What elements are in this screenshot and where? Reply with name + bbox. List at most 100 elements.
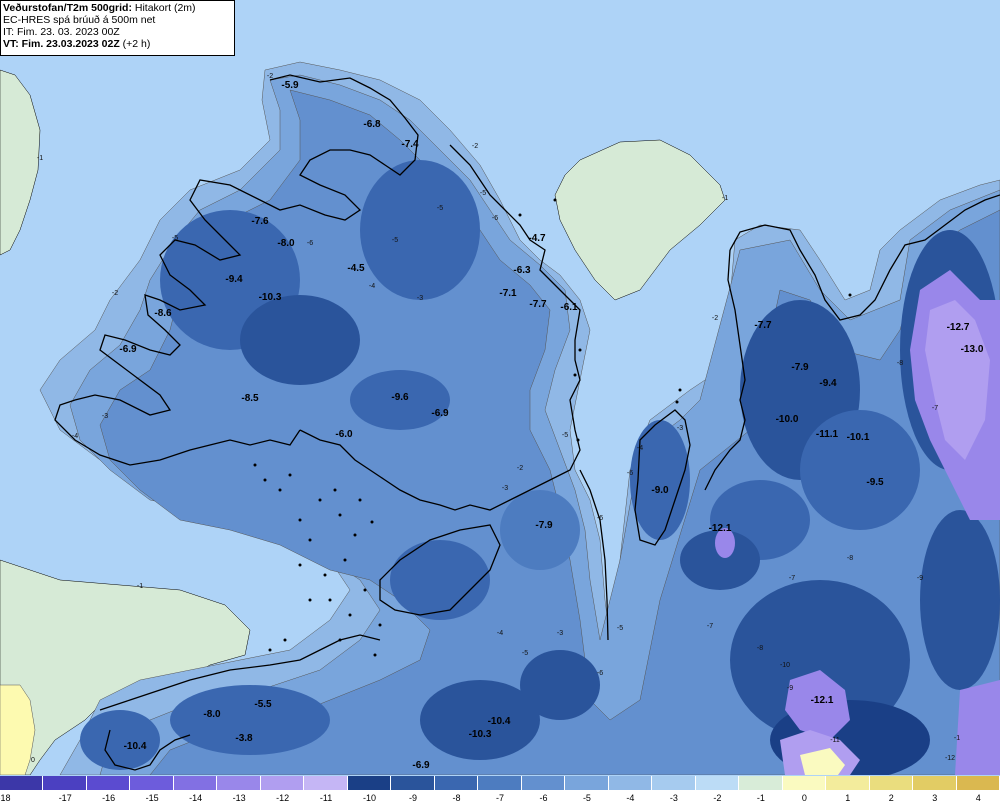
temperature-value-label: -12.7 — [947, 322, 970, 333]
contour-value-label: -4 — [497, 630, 503, 637]
contour-value-label: -9 — [787, 685, 793, 692]
contour-value-label: -1 — [954, 735, 960, 742]
temperature-value-label: -7.7 — [529, 299, 547, 310]
legend-swatch — [347, 776, 392, 790]
contour-value-label: -4 — [369, 283, 375, 290]
contour-value-label: -2 — [517, 465, 523, 472]
contour-value-label: -2 — [112, 290, 118, 297]
legend-tick-label: -8 — [452, 793, 461, 803]
temperature-value-label: -9.0 — [651, 485, 669, 496]
title-rest: Hitakort (2m) — [131, 2, 196, 14]
legend-swatch — [173, 776, 218, 790]
legend-tick-label: -15 — [145, 793, 159, 803]
legend-swatch — [826, 776, 870, 790]
temperature-value-label: -7.4 — [401, 139, 419, 150]
legend-tick-label: -18 — [0, 793, 11, 803]
temperature-value-label: -12.1 — [811, 695, 834, 706]
contour-value-label: -6 — [627, 470, 633, 477]
contour-value-label: -3 — [557, 630, 563, 637]
valid-bold: VT: Fim. 23.03.2023 02Z — [3, 38, 120, 50]
contour-value-label: -12 — [945, 755, 955, 762]
legend-tick-label: -2 — [713, 793, 722, 803]
contour-value-label: -2 — [712, 315, 718, 322]
contour-value-label: -1 — [37, 155, 43, 162]
contour-value-label: -6 — [492, 215, 498, 222]
valid-line: VT: Fim. 23.03.2023 02Z (+2 h) — [3, 38, 232, 50]
legend-swatch — [43, 776, 87, 790]
temperature-value-label: -6.9 — [119, 344, 137, 355]
legend-tick-label: 1 — [845, 793, 851, 803]
color-legend: -18-17-16-15-14-13-12-11-10-9-8-7-6-5-4-… — [0, 776, 1000, 805]
legend-tick-label: -10 — [363, 793, 377, 803]
legend-tick-label: -7 — [495, 793, 504, 803]
contour-value-label: -8 — [847, 555, 853, 562]
contour-value-label: -5 — [562, 432, 568, 439]
header-box: Veðurstofan/T2m 500grid: Hitakort (2m) E… — [0, 0, 235, 56]
contour-value-label: -3 — [102, 413, 108, 420]
contour-value-label: -8 — [897, 360, 903, 367]
contour-value-label: -10 — [780, 662, 790, 669]
title-line: Veðurstofan/T2m 500grid: Hitakort (2m) — [3, 2, 232, 14]
temperature-value-label: -10.3 — [469, 729, 492, 740]
temperature-value-label: -7.7 — [754, 320, 772, 331]
legend-swatch — [956, 776, 1000, 790]
contour-value-label: -2 — [267, 73, 273, 80]
temperature-value-label: -3.8 — [235, 733, 253, 744]
temperature-value-label: -7.6 — [251, 216, 269, 227]
contour-value-label: -5 — [172, 235, 178, 242]
temperature-value-label: -8.6 — [154, 308, 172, 319]
temperature-map[interactable]: -5.9 -6.8 -7.4 -7.6 -8.0 -9.4 -10.3 -4.5 -8.6 -6.… — [0, 0, 1000, 775]
legend-tick-label: 0 — [801, 793, 807, 803]
contour-value-label: -3 — [417, 295, 423, 302]
contour-value-label: -7 — [789, 575, 795, 582]
temperature-value-label: -4.5 — [347, 263, 365, 274]
contour-value-label: -8 — [757, 645, 763, 652]
temperature-value-label: -6.0 — [335, 429, 353, 440]
contour-value-label: -9 — [917, 575, 923, 582]
contour-value-label: -11 — [830, 737, 840, 744]
legend-tick-label: -9 — [409, 793, 418, 803]
legend-tick-label: 2 — [888, 793, 894, 803]
temperature-value-label: -10.1 — [847, 432, 870, 443]
issue-time: IT: Fim. 23. 03. 2023 00Z — [3, 26, 120, 38]
temperature-value-label: -10.4 — [124, 741, 147, 752]
contour-value-label: -7 — [932, 405, 938, 412]
legend-tick-label: -4 — [626, 793, 635, 803]
legend-swatch — [608, 776, 653, 790]
contour-value-label: -5 — [522, 650, 528, 657]
temperature-value-label: -12.1 — [709, 523, 732, 534]
temperature-value-label: -9.4 — [819, 378, 837, 389]
temperature-value-label: -6.9 — [412, 760, 430, 771]
contour-value-label: -4 — [72, 433, 78, 440]
model-line: EC-HRES spá brúuð á 500m net — [3, 14, 156, 26]
contour-value-label: -1 — [722, 195, 728, 202]
temperature-value-label: -6.1 — [560, 302, 578, 313]
contour-value-label: -2 — [472, 143, 478, 150]
contour-value-label: -7 — [707, 623, 713, 630]
legend-swatch — [739, 776, 783, 790]
temperature-value-label: -4.7 — [528, 233, 546, 244]
temperature-value-label: -8.0 — [203, 709, 221, 720]
temperature-value-label: -6.3 — [513, 265, 531, 276]
legend-swatch — [391, 776, 435, 790]
legend-tick-label: -12 — [276, 793, 290, 803]
legend-swatch — [565, 776, 609, 790]
legend-swatch — [652, 776, 696, 790]
temperature-value-label: -8.0 — [277, 238, 295, 249]
temperature-value-label: -10.3 — [259, 292, 282, 303]
legend-swatch — [478, 776, 522, 790]
legend-swatch — [695, 776, 740, 790]
contour-value-label: -5 — [437, 205, 443, 212]
contour-value-label: -5 — [617, 625, 623, 632]
legend-swatch — [260, 776, 305, 790]
temperature-value-label: -7.9 — [791, 362, 809, 373]
contour-value-label: -5 — [392, 237, 398, 244]
temperature-value-label: -9.4 — [225, 274, 243, 285]
contour-value-label: 0 — [31, 757, 35, 764]
contour-value-label: -6 — [307, 240, 313, 247]
legend-tick-label: -6 — [539, 793, 548, 803]
legend-tick-label: -1 — [756, 793, 765, 803]
title-bold: Veðurstofan/T2m 500grid: — [3, 2, 132, 14]
temperature-value-label: -9.5 — [866, 477, 884, 488]
temperature-value-label: -6.9 — [431, 408, 449, 419]
